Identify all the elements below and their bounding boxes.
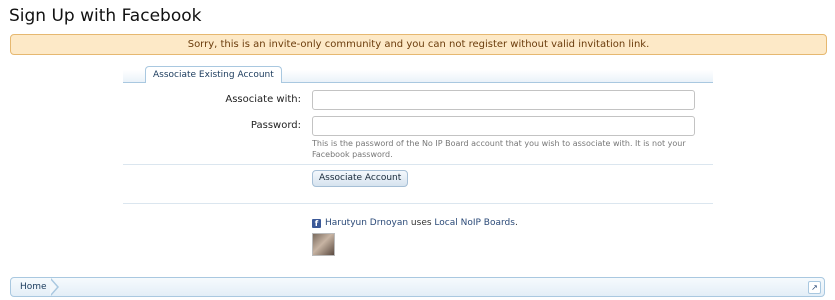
divider [123, 164, 713, 165]
error-message: Sorry, this is an invite-only community … [10, 34, 827, 55]
breadcrumb-home[interactable]: Home [11, 278, 56, 296]
breadcrumb: Home ↗ [10, 277, 825, 297]
period-text: . [514, 218, 518, 228]
password-input[interactable] [312, 116, 695, 136]
facebook-user-name[interactable]: Harutyun Drnoyan [325, 218, 408, 228]
password-hint: This is the password of the No IP Board … [312, 139, 686, 159]
tab-associate-existing-account[interactable]: Associate Existing Account [145, 66, 282, 83]
facebook-icon: f [312, 218, 321, 228]
associate-with-label: Associate with: [225, 94, 301, 105]
facebook-app-name[interactable]: Local NoIP Boards [434, 218, 515, 228]
arrow-up-right-icon[interactable]: ↗ [808, 281, 821, 294]
facebook-user-line: f Harutyun Drnoyan uses Local NoIP Board… [312, 218, 518, 228]
password-label: Password: [250, 120, 301, 131]
uses-text: uses [410, 218, 432, 228]
divider [123, 203, 713, 204]
associate-with-input[interactable] [312, 90, 695, 110]
page-title: Sign Up with Facebook [9, 6, 202, 26]
associate-account-button[interactable]: Associate Account [312, 170, 409, 187]
avatar [312, 233, 335, 256]
